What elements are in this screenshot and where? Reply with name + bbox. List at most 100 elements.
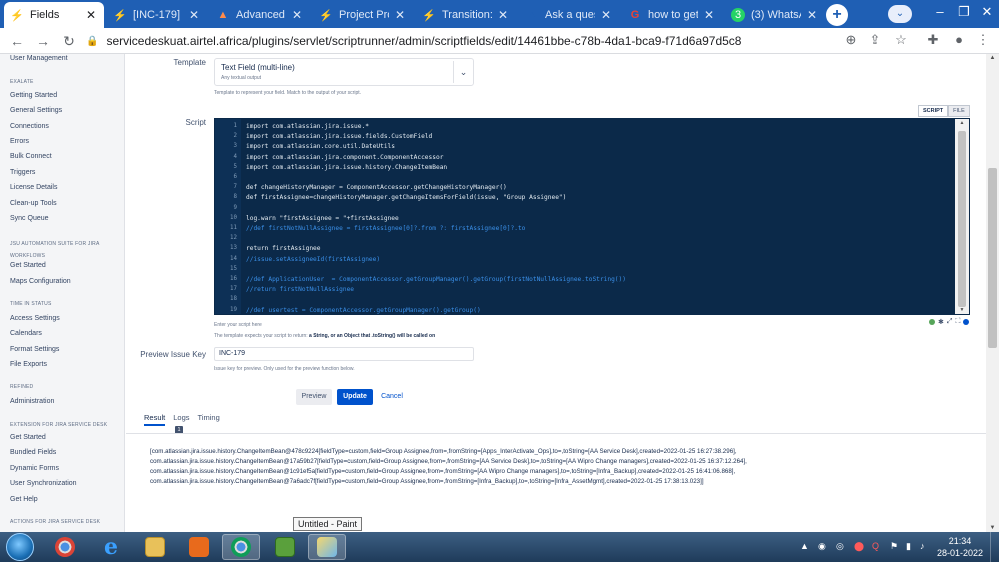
sidebar-item[interactable]: Bulk Connect bbox=[10, 153, 52, 160]
editor-scroll-thumb[interactable] bbox=[958, 131, 966, 307]
tab-close-icon[interactable]: ✕ bbox=[702, 8, 716, 22]
tray-volume-icon[interactable]: ♪ bbox=[920, 541, 925, 551]
code-line[interactable]: def firstAssignee=changeHistoryManager.g… bbox=[246, 194, 566, 201]
tray-security-icon[interactable]: ⬤ bbox=[854, 541, 864, 552]
browser-tab[interactable]: Ghow to get f ✕ bbox=[622, 2, 722, 28]
tray-show-hidden-icon[interactable]: ▲ bbox=[800, 541, 809, 551]
page-scroll-thumb[interactable] bbox=[988, 168, 997, 348]
sidebar-item[interactable]: User Management bbox=[10, 55, 68, 62]
forward-icon[interactable]: → bbox=[34, 32, 52, 50]
zoom-icon[interactable]: ⊕ bbox=[842, 32, 860, 48]
menu-kebab-icon[interactable]: ⋮ bbox=[974, 32, 992, 48]
expand-icon[interactable]: ⤢ bbox=[947, 318, 953, 326]
tray-app-icon[interactable]: ◉ bbox=[818, 541, 826, 552]
update-button[interactable]: Update bbox=[337, 389, 373, 405]
tab-script[interactable]: SCRIPT bbox=[918, 105, 949, 117]
browser-tab[interactable]: ⚡ Project Proje ✕ bbox=[313, 2, 413, 28]
taskbar-app[interactable] bbox=[266, 534, 304, 560]
sidebar-item[interactable]: Connections bbox=[10, 123, 49, 130]
sidebar-item[interactable]: Get Started bbox=[10, 262, 46, 269]
tab-close-icon[interactable]: ✕ bbox=[393, 8, 407, 22]
tab-close-icon[interactable]: ✕ bbox=[84, 8, 98, 22]
taskbar-chrome[interactable] bbox=[222, 534, 260, 560]
sidebar-item[interactable]: Clean-up Tools bbox=[10, 200, 57, 207]
tab-close-icon[interactable]: ✕ bbox=[805, 8, 819, 22]
browser-tab[interactable]: 3 (3) WhatsAp ✕ bbox=[725, 2, 825, 28]
close-window-icon[interactable]: ✕ bbox=[977, 4, 997, 20]
back-icon[interactable]: ← bbox=[8, 32, 26, 50]
sidebar-item[interactable]: Sync Queue bbox=[10, 215, 49, 222]
preview-button[interactable]: Preview bbox=[296, 389, 332, 405]
sidebar-item[interactable]: User Synchronization bbox=[10, 480, 77, 487]
sidebar-item[interactable]: Get Help bbox=[10, 496, 38, 503]
code-line[interactable]: import com.atlassian.jira.component.Comp… bbox=[246, 154, 443, 161]
tray-flag-icon[interactable]: ⚑ bbox=[890, 541, 898, 552]
tab-close-icon[interactable]: ✕ bbox=[187, 8, 201, 22]
tray-network-icon[interactable]: ▮ bbox=[906, 541, 911, 552]
template-select[interactable]: Text Field (multi-line) Any textual outp… bbox=[214, 58, 474, 86]
code-line[interactable]: import com.atlassian.jira.issue.* bbox=[246, 123, 369, 130]
start-button-icon[interactable] bbox=[6, 533, 34, 561]
code-line[interactable]: //def usertest = ComponentAccessor.getGr… bbox=[246, 307, 481, 314]
browser-tab[interactable]: ▲ Ask a questio ✕ bbox=[519, 2, 619, 28]
taskbar-media[interactable] bbox=[180, 534, 218, 560]
tray-q-icon[interactable]: Q bbox=[872, 541, 879, 551]
code-line[interactable]: //return firstNotNullAssignee bbox=[246, 286, 354, 293]
browser-tab[interactable]: ⚡ Transition: C ✕ bbox=[416, 2, 516, 28]
sidebar-item[interactable]: License Details bbox=[10, 184, 57, 191]
restore-icon[interactable]: ❐ bbox=[954, 4, 974, 20]
sidebar-item[interactable]: General Settings bbox=[10, 107, 62, 114]
taskbar-explorer[interactable] bbox=[136, 534, 174, 560]
editor-scrollbar[interactable]: ▲ ▼ bbox=[955, 119, 969, 314]
settings-icon[interactable]: ✱ bbox=[938, 318, 944, 326]
browser-tab[interactable]: ⚡ Fields ✕ bbox=[4, 2, 104, 28]
tab-result[interactable]: Result bbox=[144, 413, 166, 426]
sidebar-item[interactable]: Administration bbox=[10, 398, 54, 405]
code-line[interactable]: import com.atlassian.jira.issue.fields.C… bbox=[246, 133, 432, 140]
sidebar-item[interactable]: Errors bbox=[10, 138, 29, 145]
reload-icon[interactable]: ↻ bbox=[60, 32, 78, 50]
new-tab-button[interactable]: + bbox=[826, 4, 848, 26]
bookmark-star-icon[interactable]: ☆ bbox=[892, 32, 910, 48]
sidebar-item[interactable]: Maps Configuration bbox=[10, 278, 71, 285]
code-line[interactable]: //issue.setAssigneeId(firstAssignee) bbox=[246, 256, 380, 263]
sidebar-item[interactable]: Getting Started bbox=[10, 92, 57, 99]
sidebar-item[interactable]: Access Settings bbox=[10, 315, 60, 322]
minimize-icon[interactable]: – bbox=[930, 4, 950, 19]
tab-file[interactable]: FILE bbox=[948, 105, 970, 117]
code-line[interactable]: import com.atlassian.jira.issue.history.… bbox=[246, 164, 447, 171]
page-scrollbar[interactable]: ▲ ▼ bbox=[986, 54, 999, 532]
tab-close-icon[interactable]: ✕ bbox=[599, 8, 613, 22]
page-scroll-down-icon[interactable]: ▼ bbox=[986, 525, 999, 531]
sidebar-item[interactable]: Calendars bbox=[10, 330, 42, 337]
code-line[interactable]: log.warn "firstAssignee = "+firstAssigne… bbox=[246, 215, 399, 222]
code-line[interactable]: import com.atlassian.core.util.DateUtils bbox=[246, 143, 395, 150]
taskbar-paint[interactable] bbox=[308, 534, 346, 560]
url-bar[interactable]: 🔒 servicedeskuat.airtel.africa/plugins/s… bbox=[86, 31, 826, 51]
sidebar-item[interactable]: Triggers bbox=[10, 169, 35, 176]
fullscreen-icon[interactable]: ⛶ bbox=[955, 318, 960, 326]
scroll-up-icon[interactable]: ▲ bbox=[955, 120, 969, 126]
tab-logs[interactable]: Logs bbox=[173, 413, 189, 426]
taskbar-clock[interactable]: 21:34 28-01-2022 bbox=[935, 535, 985, 559]
scroll-down-icon[interactable]: ▼ bbox=[955, 307, 969, 313]
code-editor[interactable]: ▲ ▼ 1 import com.atlassian.jira.issue.* 2 i… bbox=[214, 118, 970, 315]
show-desktop-button[interactable] bbox=[990, 532, 999, 562]
sidebar-item[interactable]: Format Settings bbox=[10, 346, 59, 353]
tray-chrome-icon[interactable]: ◎ bbox=[836, 541, 844, 552]
code-line[interactable]: //def ApplicationUser = ComponentAccesso… bbox=[246, 276, 626, 283]
sidebar-item[interactable]: File Exports bbox=[10, 361, 47, 368]
profile-icon[interactable]: ● bbox=[950, 32, 968, 47]
browser-tab[interactable]: ⚡ [INC-179] TE ✕ bbox=[107, 2, 207, 28]
chevron-down-icon[interactable]: ⌄ bbox=[453, 61, 473, 83]
code-line[interactable]: //def firstNotNullAssignee = firstAssign… bbox=[246, 225, 525, 232]
tab-close-icon[interactable]: ✕ bbox=[496, 8, 510, 22]
tab-timing[interactable]: Timing bbox=[198, 413, 220, 426]
code-line[interactable]: def changeHistoryManager = ComponentAcce… bbox=[246, 184, 507, 191]
tab-close-icon[interactable]: ✕ bbox=[290, 8, 304, 22]
help-icon[interactable] bbox=[963, 319, 970, 325]
sidebar-item[interactable]: Bundled Fields bbox=[10, 449, 56, 456]
cancel-link[interactable]: Cancel bbox=[377, 389, 407, 405]
taskbar-ie[interactable]: e bbox=[92, 534, 130, 560]
taskbar-chrome-pinned[interactable] bbox=[46, 534, 84, 560]
